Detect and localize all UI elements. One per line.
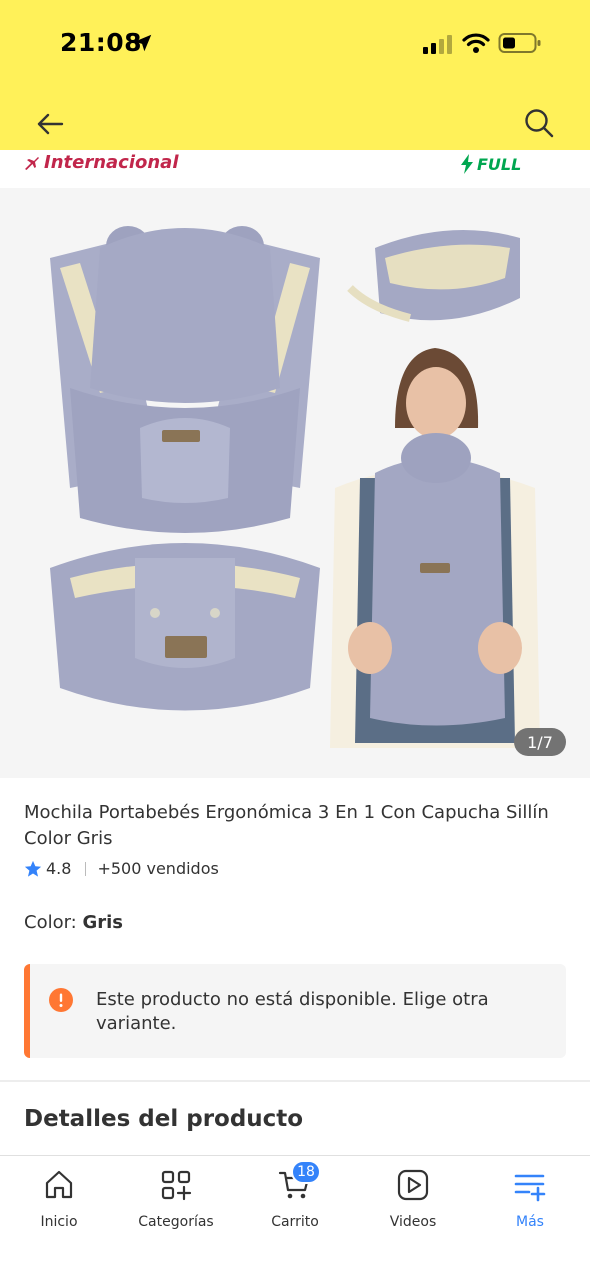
- unavailable-alert: Este producto no está disponible. Elige …: [24, 964, 566, 1058]
- sold-count: +500 vendidos: [97, 859, 219, 878]
- tab-videos[interactable]: Videos: [354, 1168, 472, 1238]
- product-image-gallery[interactable]: [0, 188, 590, 778]
- status-bar: 21:08: [0, 0, 590, 90]
- alert-message: Este producto no está disponible. Elige …: [96, 989, 489, 1034]
- product-image: [50, 226, 540, 748]
- details-heading: Detalles del producto: [24, 1106, 304, 1132]
- color-selector[interactable]: Color: Gris: [24, 912, 123, 933]
- product-title: Mochila Portabebés Ergonómica 3 En 1 Con…: [24, 802, 549, 849]
- top-header: 21:08: [0, 0, 590, 158]
- rating-row[interactable]: 4.8 +500 vendidos: [24, 859, 219, 878]
- home-icon: [45, 1170, 73, 1199]
- video-icon: [397, 1169, 429, 1201]
- shipping-badges: Internacional FULL: [0, 150, 590, 188]
- airplane-icon: [25, 156, 39, 170]
- rating-separator: [85, 861, 87, 876]
- full-label: FULL: [477, 154, 522, 174]
- tab-label: Carrito: [271, 1214, 319, 1230]
- categories-icon: [161, 1170, 192, 1201]
- tab-label: Categorías: [138, 1214, 214, 1230]
- color-value: Gris: [82, 912, 124, 933]
- tab-label: Inicio: [40, 1214, 78, 1230]
- baby-carrier-illustration: [50, 226, 320, 711]
- international-badge: Internacional: [24, 152, 179, 173]
- menu-plus-icon: [514, 1174, 546, 1202]
- woman-wearing-carrier-illustration: [330, 348, 540, 748]
- international-label: Internacional: [44, 152, 179, 173]
- lightning-icon: [461, 154, 473, 174]
- rating-score: 4.8: [46, 859, 72, 878]
- warning-icon: [49, 988, 73, 1012]
- full-badge: FULL: [460, 154, 521, 174]
- back-button[interactable]: [30, 104, 70, 144]
- tab-inicio[interactable]: Inicio: [0, 1168, 118, 1238]
- star-icon: [24, 860, 42, 877]
- tab-mas[interactable]: Más: [471, 1168, 589, 1238]
- cellular-signal-icon: [423, 35, 452, 54]
- section-divider: [0, 1080, 590, 1082]
- arrow-left-icon: [37, 113, 64, 135]
- search-button[interactable]: [518, 102, 560, 144]
- search-icon: [525, 109, 554, 138]
- wifi-icon: [462, 33, 490, 53]
- status-time: 21:08: [60, 28, 143, 57]
- battery-icon: [498, 33, 541, 53]
- tab-label: Videos: [389, 1214, 437, 1230]
- alert-accent-bar: [24, 964, 30, 1058]
- tab-label: Más: [516, 1214, 544, 1230]
- tab-categorias[interactable]: Categorías: [117, 1168, 235, 1238]
- cart-count-badge: 18: [291, 1160, 321, 1184]
- location-arrow-icon: [134, 34, 152, 52]
- gallery-counter: 1/7: [514, 728, 566, 756]
- color-label: Color:: [24, 912, 77, 933]
- hip-seat-illustration: [347, 230, 520, 322]
